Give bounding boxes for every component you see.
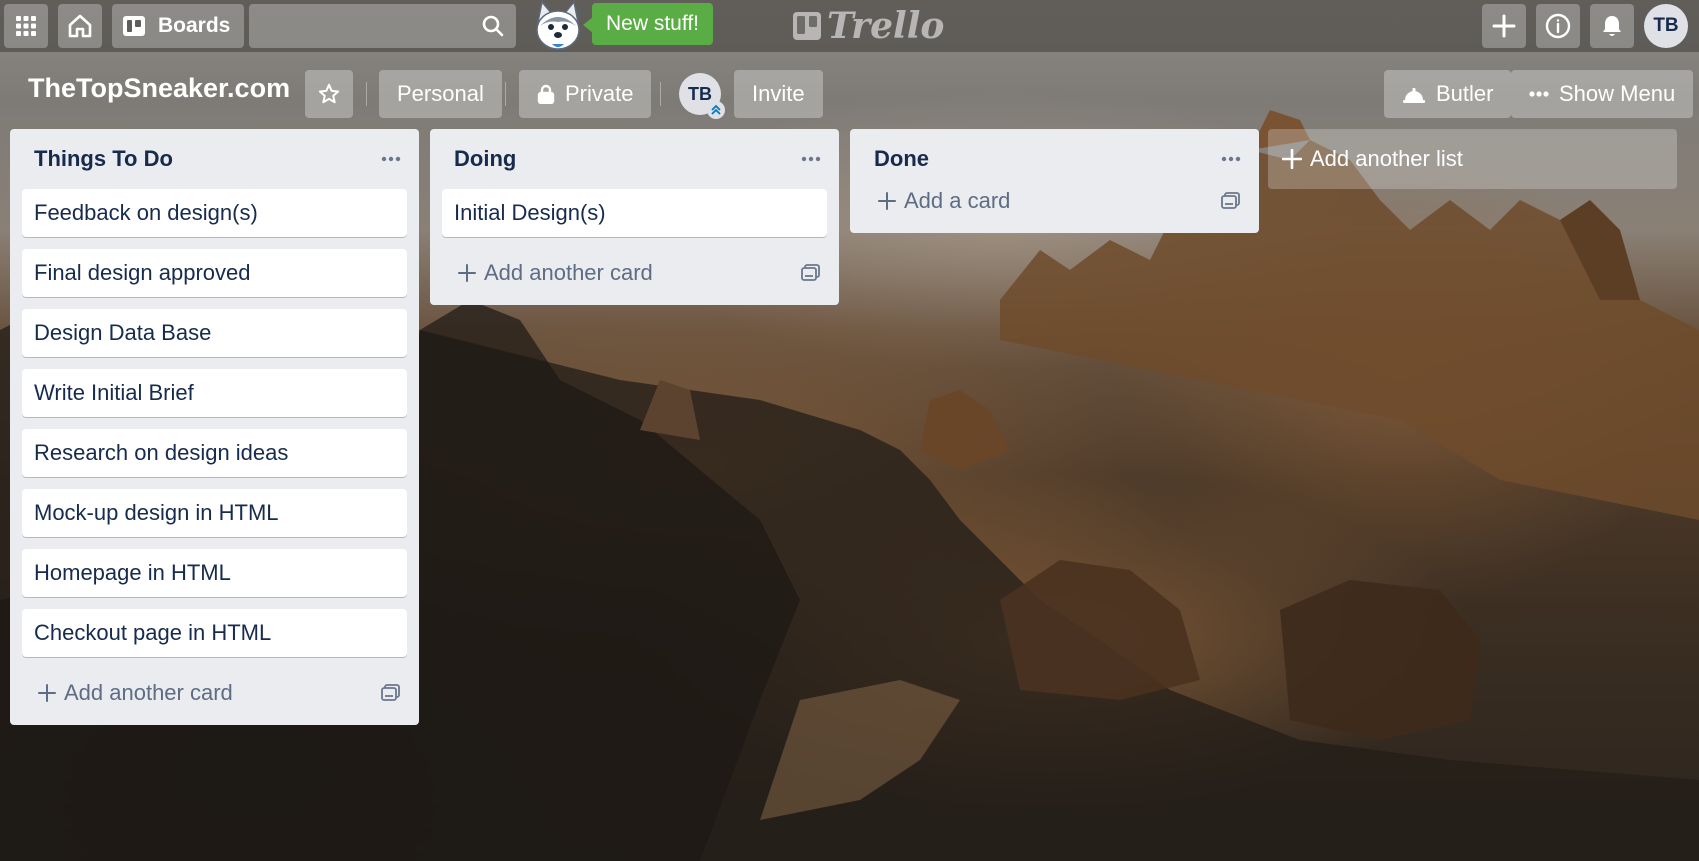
new-stuff-label: New stuff! [606,12,699,35]
account-avatar[interactable]: TB [1644,4,1688,48]
info-icon [1545,13,1571,39]
boards-icon [123,16,145,36]
card[interactable]: Write Initial Brief [22,369,407,417]
add-list-label: Add another list [1310,146,1463,171]
list-title[interactable]: Things To Do [34,146,173,172]
bell-icon [1603,16,1621,36]
new-stuff-button[interactable]: New stuff! [583,3,713,45]
privacy-button[interactable]: Private [519,70,652,118]
search-input[interactable] [249,4,516,48]
add-list-button[interactable]: Add another list [1268,129,1677,189]
board-member-avatar[interactable]: TB [679,73,725,119]
ellipsis-icon [1221,156,1241,162]
add-card-label: Add another card [64,680,233,705]
header-divider [505,82,506,106]
team-visibility-label: Personal [397,81,484,106]
ellipsis-icon [1529,91,1549,97]
card-template-icon[interactable] [801,264,821,282]
info-button[interactable] [1536,4,1580,48]
team-visibility-button[interactable]: Personal [379,70,502,118]
search-box[interactable] [249,4,516,48]
butler-label: Butler [1436,81,1494,106]
plus-icon [458,264,476,282]
card[interactable]: Design Data Base [22,309,407,357]
apps-button[interactable] [4,4,48,48]
taco-mascot-icon[interactable] [528,0,588,52]
add-card-button[interactable]: Add another card [442,249,827,297]
plus-icon [1282,149,1302,169]
header-divider [366,82,367,106]
card[interactable]: Mock-up design in HTML [22,489,407,537]
trello-logo[interactable]: Trello [793,5,945,47]
list-title[interactable]: Doing [454,146,516,172]
card-template-icon[interactable] [1221,192,1241,210]
trello-logo-text: Trello [827,5,945,47]
plus-icon [38,684,56,702]
plus-icon [1492,14,1516,38]
card[interactable]: Final design approved [22,249,407,297]
list-header: Things To Do [22,129,407,189]
add-card-label: Add another card [484,260,653,285]
header-divider [660,82,661,106]
card[interactable]: Initial Design(s) [442,189,827,237]
boards-button[interactable]: Boards [112,4,245,48]
board-title[interactable]: TheTopSneaker.com [28,73,290,104]
admin-chevron-icon [707,101,725,119]
list-title[interactable]: Done [874,146,929,172]
grid-icon [16,16,36,36]
trello-logo-icon [793,12,821,40]
list-done[interactable]: Done Add a card [850,129,1259,233]
card[interactable]: Feedback on design(s) [22,189,407,237]
star-icon [318,83,340,104]
plus-icon [878,192,896,210]
search-icon[interactable] [482,15,504,37]
ellipsis-icon [381,156,401,162]
show-menu-button[interactable]: Show Menu [1511,70,1694,118]
list-menu-button[interactable] [1215,143,1247,175]
top-header: Boards New stuff! Trello TB [0,0,1699,52]
card-template-icon[interactable] [381,684,401,702]
card[interactable]: Checkout page in HTML [22,609,407,657]
list-menu-button[interactable] [795,143,827,175]
butler-button[interactable]: Butler [1384,70,1512,118]
board-member-initials: TB [688,83,712,104]
lock-icon [537,84,555,104]
create-button[interactable] [1482,4,1526,48]
add-card-label: Add a card [904,188,1011,213]
show-menu-label: Show Menu [1559,81,1676,106]
home-button[interactable] [58,4,102,48]
ellipsis-icon [801,156,821,162]
list-doing[interactable]: Doing Initial Design(s) Add another card [430,129,839,305]
privacy-label: Private [565,81,634,106]
boards-label: Boards [158,14,231,37]
card[interactable]: Homepage in HTML [22,549,407,597]
home-icon [68,14,92,38]
invite-button[interactable]: Invite [734,70,823,118]
notifications-button[interactable] [1590,4,1634,48]
list-header: Doing [442,129,827,189]
invite-label: Invite [752,81,805,106]
add-card-button[interactable]: Add a card [862,177,1247,225]
list-things-to-do[interactable]: Things To Do Feedback on design(s) Final… [10,129,419,725]
star-button[interactable] [305,70,353,118]
butler-bell-icon [1403,88,1425,103]
add-card-button[interactable]: Add another card [22,669,407,717]
card[interactable]: Research on design ideas [22,429,407,477]
list-menu-button[interactable] [375,143,407,175]
